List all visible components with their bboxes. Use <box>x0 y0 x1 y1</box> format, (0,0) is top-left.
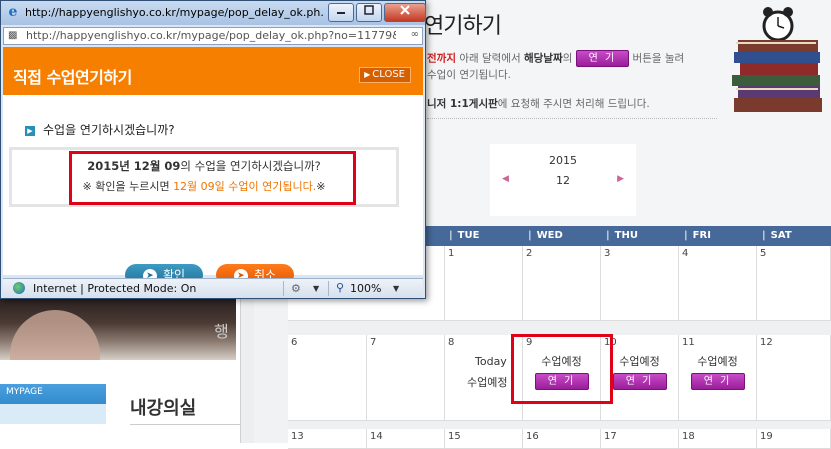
month-label: 12 <box>556 174 570 187</box>
bullet-arrow-icon: ▶ <box>25 125 35 136</box>
calendar-cell: 16 <box>523 429 601 449</box>
books-clock-image <box>732 7 822 112</box>
confirm-question: ▶ 수업을 연기하시겠습니까? <box>25 121 175 138</box>
logo-fragment: 행 <box>214 322 229 341</box>
calendar-cell: 6 <box>288 335 367 421</box>
status-text: Internet | Protected Mode: On <box>33 282 197 295</box>
calendar-cell: 17 <box>601 429 679 449</box>
zoom-level[interactable]: 100% <box>350 282 381 295</box>
compat-icon[interactable]: ∞ <box>411 29 419 40</box>
calendar-cell: 4 <box>679 246 757 321</box>
scrollbar[interactable] <box>240 298 255 443</box>
zoom-icon[interactable]: ⚲ <box>336 281 344 294</box>
maximize-icon <box>364 5 374 15</box>
popup-title: 직접 수업연기하기 <box>13 68 132 87</box>
calendar-cell: 13 <box>288 429 367 449</box>
day-thu: THU <box>606 226 638 246</box>
intro-extend-button-sample: 연 기 <box>575 50 630 67</box>
day-sat: SAT <box>762 226 792 246</box>
extend-button[interactable]: 연 기 <box>612 373 667 390</box>
close-icon <box>400 5 410 15</box>
mypage-tab[interactable]: MYPAGE <box>0 384 106 424</box>
week-gap <box>288 421 831 429</box>
security-icon[interactable]: ⚙ <box>291 282 301 295</box>
divider <box>427 118 717 119</box>
popup-window: e http://happyenglishyo.co.kr/mypage/pop… <box>0 0 426 299</box>
month-selector: 2015 12 ◀ ▶ <box>490 144 636 216</box>
status-separator <box>328 281 329 296</box>
ie-icon: e <box>8 4 18 20</box>
maximize-button[interactable] <box>356 3 382 22</box>
play-icon: ▶ <box>364 70 371 79</box>
intro-text: 전까지 아래 달력에서 해당날짜의 연 기 버튼을 눌려 수업이 연기됩니다. <box>427 50 684 83</box>
calendar-cell: 14 <box>367 429 445 449</box>
intro-text-2: 니저 1:1게시판에 요청해 주시면 처리해 드립니다. <box>427 98 650 110</box>
calendar-cell: 18 <box>679 429 757 449</box>
popup-header: 직접 수업연기하기 ▶ CLOSE <box>3 47 423 95</box>
calendar-cell-dec-11: 11 수업예정 연 기 <box>679 335 757 421</box>
globe-icon <box>13 282 25 294</box>
classroom-title: 내강의실 <box>130 398 197 419</box>
calendar-cell: 2 <box>523 246 601 321</box>
page-heading: 연기하기 <box>424 14 502 39</box>
calendar-cell: 7 <box>367 335 445 421</box>
chevron-down-icon[interactable]: ▼ <box>393 284 399 293</box>
window-titlebar[interactable]: e http://happyenglishyo.co.kr/mypage/pop… <box>1 1 426 25</box>
year-label: 2015 <box>549 154 577 167</box>
extend-button[interactable]: 연 기 <box>690 373 745 390</box>
status-bar: Internet | Protected Mode: On ⚙ ▼ ⚲ 100%… <box>3 278 423 298</box>
status-separator <box>283 281 284 296</box>
separator <box>254 298 288 443</box>
calendar-cell: 15 <box>445 429 523 449</box>
calendar-cell: 3 <box>601 246 679 321</box>
calendar-cell: 12 <box>757 335 831 421</box>
day-wed: WED <box>528 226 563 246</box>
highlight-box <box>511 334 613 404</box>
window-title: http://happyenglishyo.co.kr/mypage/pop_d… <box>25 6 325 19</box>
window-close-button[interactable] <box>384 3 426 22</box>
prev-month-icon[interactable]: ◀ <box>502 174 509 184</box>
day-tue: TUE <box>449 226 480 246</box>
calendar-cell: 1 <box>445 246 523 321</box>
chevron-down-icon[interactable]: ▼ <box>313 284 319 293</box>
scheduled-label: 수업예정 <box>697 355 738 368</box>
highlight-box <box>69 151 356 205</box>
week-gap <box>288 321 831 335</box>
minimize-button[interactable] <box>328 3 354 22</box>
calendar-cell: 5 <box>757 246 831 321</box>
minimize-icon <box>337 12 345 14</box>
popup-close-button[interactable]: ▶ CLOSE <box>359 67 411 83</box>
next-month-icon[interactable]: ▶ <box>617 174 624 184</box>
divider <box>130 424 240 425</box>
calendar-cell: 19 <box>757 429 831 449</box>
address-bar[interactable]: ▩ http://happyenglishyo.co.kr/mypage/pop… <box>3 27 423 45</box>
day-fri: FRI <box>684 226 711 246</box>
page-icon: ▩ <box>8 30 18 41</box>
url-text[interactable]: http://happyenglishyo.co.kr/mypage/pop_d… <box>26 29 396 42</box>
